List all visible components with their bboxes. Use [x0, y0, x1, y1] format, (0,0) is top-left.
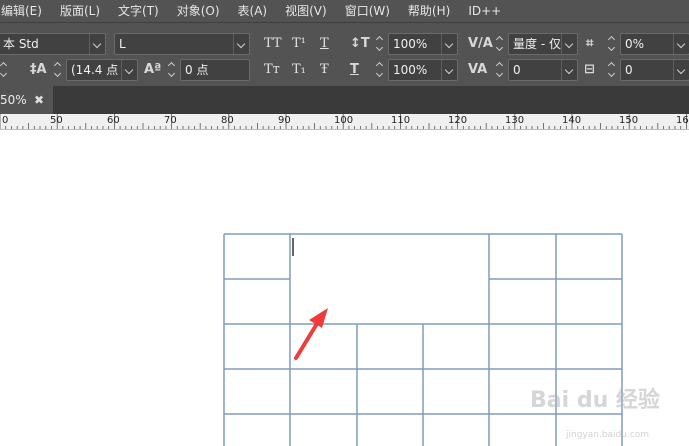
leading-field[interactable]: (14.4 点 — [66, 59, 138, 81]
tracking-stepper[interactable] — [494, 59, 506, 81]
chevron-down-icon[interactable] — [561, 60, 577, 80]
chevron-down-icon[interactable] — [89, 34, 105, 54]
menu-help[interactable]: 帮助(H) — [406, 0, 456, 22]
horizontal-ruler[interactable]: 0 50 60 70 80 90 100 110 120 130 140 150 160 — [0, 114, 689, 130]
character-control-panel: 本 Std L TT T¹ T ↕T 100% V/A 量度 - 仅 ⌗ 0% … — [0, 22, 689, 86]
size-stepper[interactable] — [0, 59, 10, 81]
superscript-button[interactable]: T¹ — [292, 33, 306, 55]
document-tab[interactable]: 50% ✖ — [0, 86, 53, 114]
ruler-label: 150 — [619, 115, 639, 126]
font-style-dropdown[interactable]: L — [114, 33, 250, 55]
underline-button[interactable]: T — [320, 33, 329, 55]
chevron-down-icon[interactable] — [233, 34, 249, 54]
baseline-shift-value: 0 点 — [185, 63, 209, 77]
menu-object[interactable]: 对象(O) — [175, 0, 226, 22]
watermark-logo: Bai du 经验 — [530, 388, 660, 413]
horizontal-scale-field[interactable]: 100% — [388, 59, 458, 81]
document-tab-label: 50% — [0, 93, 27, 107]
ruler-label: 0 — [2, 115, 9, 126]
menu-table[interactable]: 表(A) — [236, 0, 274, 22]
all-caps-button[interactable]: TT — [264, 33, 282, 55]
subscript-button[interactable]: T₁ — [292, 59, 306, 81]
baseline-shift-icon: Aª — [144, 62, 162, 77]
chevron-down-icon[interactable] — [561, 34, 577, 54]
grid-value: 0 — [625, 63, 633, 77]
horizontal-scale-icon: T — [350, 62, 359, 77]
leading-stepper[interactable] — [52, 59, 64, 81]
ruler-label: 160 — [676, 115, 689, 126]
tsume-icon: ⌗ — [586, 36, 594, 51]
ruler-label: 80 — [221, 115, 234, 126]
kerning-icon: V/A — [468, 36, 493, 51]
ruler-label: 130 — [505, 115, 525, 126]
grid-icon: ⊟ — [584, 62, 595, 77]
tracking-icon: VA — [468, 62, 488, 77]
ruler-label: 50 — [50, 115, 63, 126]
menu-layout[interactable]: 版面(L) — [58, 0, 106, 22]
tracking-field[interactable]: 0 — [508, 59, 578, 81]
vertical-scale-stepper[interactable] — [374, 33, 386, 55]
leading-icon: ‡A — [30, 62, 47, 77]
ruler-label: 100 — [334, 115, 354, 126]
menu-bar: 编辑(E) 版面(L) 文字(T) 对象(O) 表(A) 视图(V) 窗口(W)… — [0, 0, 689, 22]
baseline-shift-field[interactable]: 0 点 — [180, 59, 250, 81]
menu-edit[interactable]: 编辑(E) — [0, 0, 48, 22]
grid-field[interactable]: 0 — [620, 59, 689, 81]
chevron-down-icon[interactable] — [673, 60, 689, 80]
tsume-field[interactable]: 0% — [620, 33, 689, 55]
chevron-down-icon[interactable] — [121, 60, 137, 80]
ruler-label: 70 — [164, 115, 177, 126]
menu-view[interactable]: 视图(V) — [283, 0, 333, 22]
ruler-label: 90 — [278, 115, 291, 126]
baseline-shift-stepper[interactable] — [166, 59, 178, 81]
ruler-label: 110 — [391, 115, 411, 126]
kerning-value: 量度 - 仅 — [513, 37, 561, 51]
ruler-label: 120 — [448, 115, 468, 126]
watermark-url: jingyan.baidu.com — [566, 430, 650, 440]
font-style-value: L — [119, 37, 126, 51]
vertical-scale-field[interactable]: 100% — [388, 33, 458, 55]
leading-value: (14.4 点 — [71, 63, 119, 77]
horizontal-scale-stepper[interactable] — [374, 59, 386, 81]
ruler-label: 60 — [107, 115, 120, 126]
chevron-down-icon[interactable] — [441, 34, 457, 54]
menu-type[interactable]: 文字(T) — [116, 0, 165, 22]
tsume-value: 0% — [625, 37, 645, 51]
document-tab-bar: 50% ✖ — [0, 86, 689, 114]
small-caps-button[interactable]: Tт — [264, 59, 280, 81]
chevron-down-icon[interactable] — [673, 34, 689, 54]
vertical-scale-icon: ↕T — [350, 36, 370, 51]
menu-window[interactable]: 窗口(W) — [343, 0, 396, 22]
grid-stepper[interactable] — [606, 59, 618, 81]
horizontal-scale-value: 100% — [393, 63, 428, 77]
kerning-field[interactable]: 量度 - 仅 — [508, 33, 578, 55]
chevron-down-icon[interactable] — [441, 60, 457, 80]
close-icon[interactable]: ✖ — [34, 86, 44, 114]
tracking-value: 0 — [513, 63, 521, 77]
ruler-label: 140 — [562, 115, 582, 126]
table-grid[interactable] — [223, 233, 623, 446]
strikethrough-button[interactable]: Ŧ — [320, 59, 329, 81]
tsume-stepper[interactable] — [606, 33, 618, 55]
red-arrow-annotation — [294, 308, 328, 360]
menu-idpp[interactable]: ID++ — [466, 0, 507, 22]
font-family-dropdown[interactable]: 本 Std — [0, 33, 106, 55]
vertical-scale-value: 100% — [393, 37, 428, 51]
font-family-value: 本 Std — [3, 37, 39, 51]
kerning-stepper[interactable] — [494, 33, 506, 55]
